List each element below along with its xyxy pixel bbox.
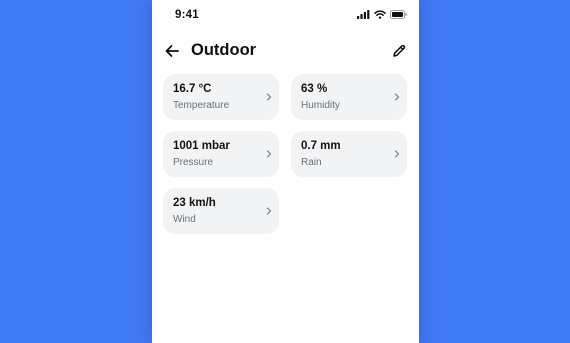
back-button[interactable]: [163, 42, 181, 60]
card-label: Wind: [173, 214, 196, 225]
pencil-icon: [393, 44, 406, 57]
card-rain[interactable]: 0.7 mm Rain: [291, 131, 407, 177]
chevron-right-icon: [266, 207, 272, 215]
card-temperature[interactable]: 16.7 °C Temperature: [163, 74, 279, 120]
header: Outdoor: [152, 36, 419, 66]
chevron-right-icon: [394, 150, 400, 158]
page-title: Outdoor: [191, 41, 257, 59]
card-value: 16.7 °C: [173, 83, 212, 95]
card-label: Humidity: [301, 100, 340, 111]
battery-icon: [390, 10, 407, 19]
card-pressure[interactable]: 1001 mbar Pressure: [163, 131, 279, 177]
status-time: 9:41: [175, 9, 199, 21]
wifi-icon: [374, 10, 386, 19]
chevron-right-icon: [266, 150, 272, 158]
card-value: 23 km/h: [173, 197, 216, 209]
card-label: Temperature: [173, 100, 230, 111]
card-value: 1001 mbar: [173, 140, 230, 152]
cellular-signal-icon: [357, 10, 370, 19]
card-label: Pressure: [173, 157, 214, 168]
card-value: 0.7 mm: [301, 140, 341, 152]
card-wind[interactable]: 23 km/h Wind: [163, 188, 279, 234]
card-humidity[interactable]: 63 % Humidity: [291, 74, 407, 120]
chevron-right-icon: [394, 93, 400, 101]
card-value: 63 %: [301, 83, 328, 95]
phone-screen: 9:41 Outdoor 16.7 °C Temperature 63 % Hu…: [152, 0, 419, 343]
status-bar: 9:41: [152, 0, 419, 32]
card-label: Rain: [301, 157, 322, 168]
status-icons: [357, 10, 407, 19]
chevron-right-icon: [266, 93, 272, 101]
edit-button[interactable]: [391, 43, 407, 59]
arrow-left-icon: [165, 45, 179, 57]
